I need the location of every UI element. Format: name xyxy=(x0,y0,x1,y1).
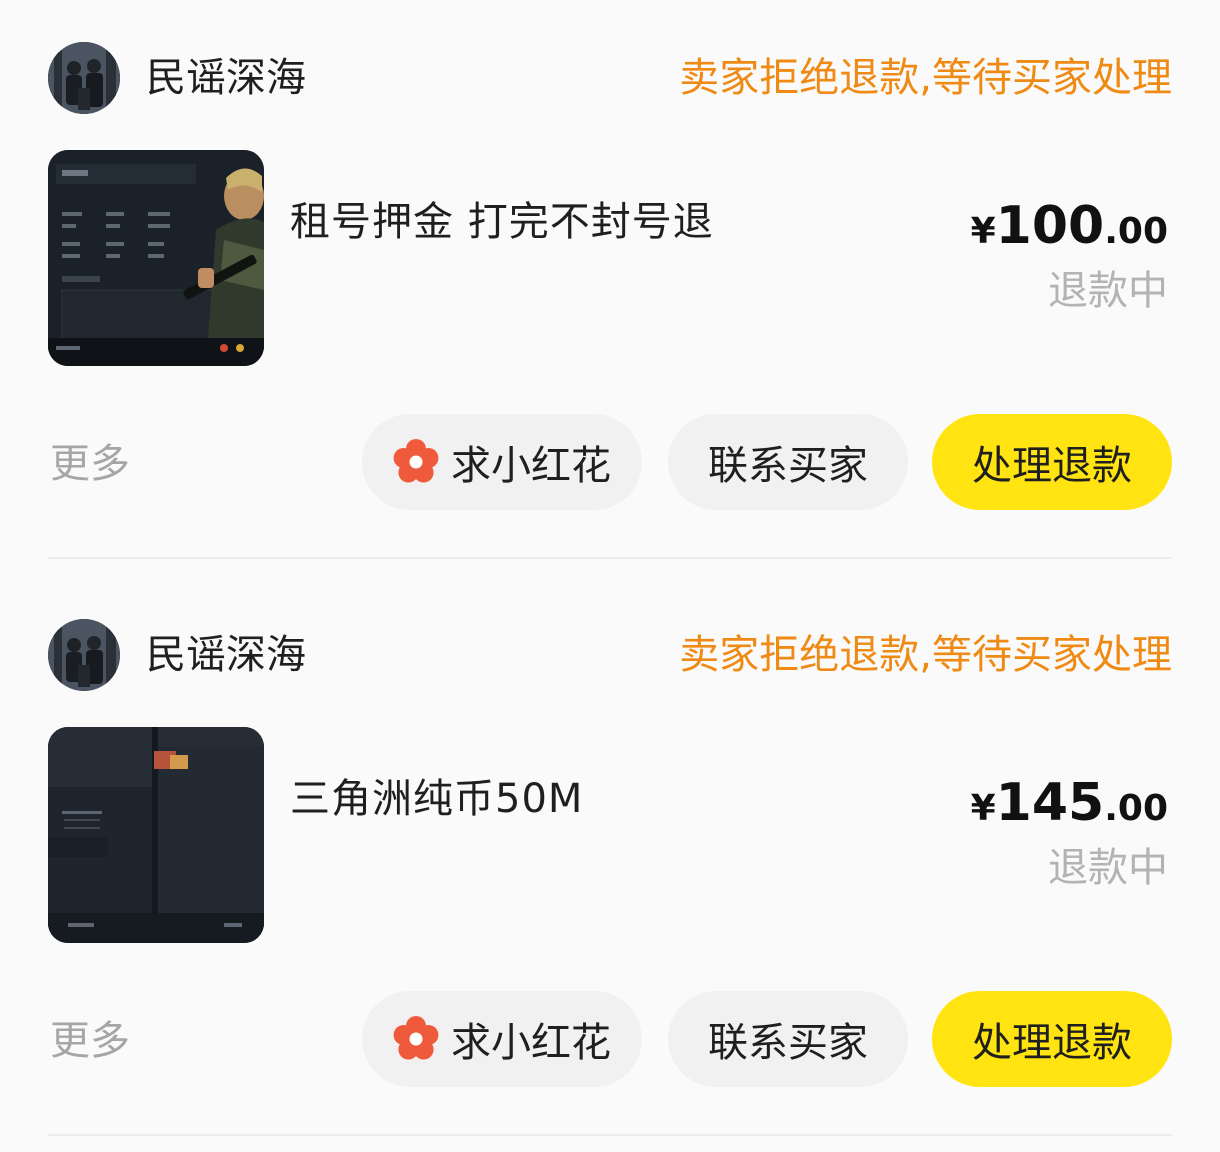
flower-icon xyxy=(393,1016,439,1062)
avatar[interactable] xyxy=(48,619,120,691)
price: ¥ 145 .00 xyxy=(971,773,1168,833)
order-status: 卖家拒绝退款,等待买家处理 xyxy=(679,632,1172,678)
price-decimal: .00 xyxy=(1104,211,1168,252)
price-integer: 100 xyxy=(995,196,1105,256)
refund-state: 退款中 xyxy=(1048,268,1168,314)
seller-name: 民谣深海 xyxy=(146,55,306,101)
more-button[interactable]: 更多 xyxy=(50,438,130,490)
avatar[interactable] xyxy=(48,42,120,114)
ask-flower-button[interactable]: 求小红花 xyxy=(362,991,642,1087)
divider xyxy=(48,557,1172,559)
process-refund-button[interactable]: 处理退款 xyxy=(932,414,1172,510)
price-currency: ¥ xyxy=(970,211,996,252)
order-card[interactable]: 民谣深海 卖家拒绝退款,等待买家处理 租号押金 打完不封号退 ¥ 100 .00… xyxy=(0,0,1220,577)
price-integer: 145 xyxy=(995,773,1105,833)
divider xyxy=(48,1134,1172,1136)
contact-buyer-button[interactable]: 联系买家 xyxy=(668,414,908,510)
ask-flower-label: 求小红花 xyxy=(451,443,611,489)
contact-buyer-button[interactable]: 联系买家 xyxy=(668,991,908,1087)
flower-icon xyxy=(393,439,439,485)
seller-row[interactable]: 民谣深海 卖家拒绝退款,等待买家处理 xyxy=(48,619,1172,691)
item-title[interactable]: 三角洲纯币50M xyxy=(290,773,583,825)
order-card[interactable]: 民谣深海 卖家拒绝退款,等待买家处理 三角洲纯币50M ¥ 145 .00 退款… xyxy=(0,577,1220,1152)
ask-flower-label: 求小红花 xyxy=(451,1020,611,1066)
price: ¥ 100 .00 xyxy=(971,196,1168,256)
order-status: 卖家拒绝退款,等待买家处理 xyxy=(679,55,1172,101)
refund-state: 退款中 xyxy=(1048,845,1168,891)
product-thumbnail[interactable] xyxy=(48,727,264,943)
item-title[interactable]: 租号押金 打完不封号退 xyxy=(290,196,714,248)
ask-flower-button[interactable]: 求小红花 xyxy=(362,414,642,510)
price-decimal: .00 xyxy=(1104,788,1168,829)
seller-name: 民谣深海 xyxy=(146,632,306,678)
more-button[interactable]: 更多 xyxy=(50,1015,130,1067)
price-currency: ¥ xyxy=(970,788,996,829)
process-refund-button[interactable]: 处理退款 xyxy=(932,991,1172,1087)
seller-row[interactable]: 民谣深海 卖家拒绝退款,等待买家处理 xyxy=(48,42,1172,114)
product-thumbnail[interactable] xyxy=(48,150,264,366)
